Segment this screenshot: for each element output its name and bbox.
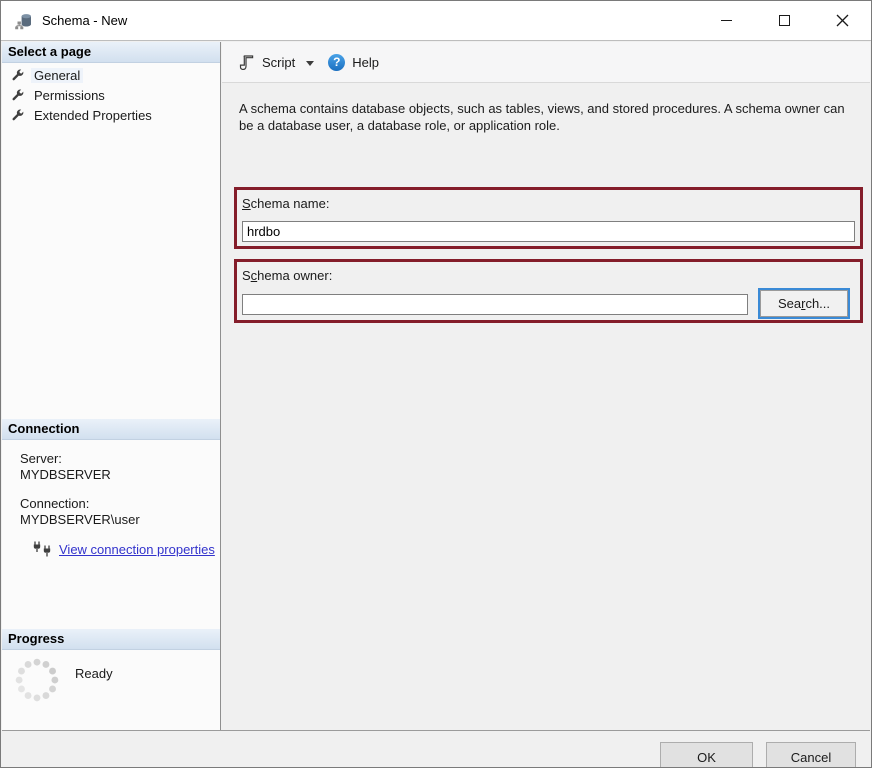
schema-name-label: Schema name: xyxy=(242,196,329,211)
progress-status: Ready xyxy=(75,666,113,681)
help-button[interactable]: ? Help xyxy=(323,50,384,75)
close-button[interactable] xyxy=(813,1,871,40)
sidebar-item-permissions[interactable]: Permissions xyxy=(2,85,220,105)
view-connection-properties-link[interactable]: View connection properties xyxy=(59,542,215,558)
schema-owner-input[interactable] xyxy=(242,294,748,315)
minimize-button[interactable] xyxy=(697,1,755,40)
sidebar-item-extended-properties[interactable]: Extended Properties xyxy=(2,105,220,125)
progress-section: Progress Ready xyxy=(2,629,220,702)
progress-header: Progress xyxy=(2,629,220,650)
schema-name-highlight-box: Schema name: xyxy=(234,187,863,249)
schema-name-input[interactable] xyxy=(242,221,855,242)
script-label: Script xyxy=(262,55,295,70)
wrench-icon xyxy=(11,89,24,102)
help-icon: ? xyxy=(328,54,345,71)
toolbar: Script ? Help xyxy=(222,42,870,83)
dialog-footer: OK Cancel xyxy=(2,730,870,767)
wrench-icon xyxy=(11,69,24,82)
connection-value: MYDBSERVER\user xyxy=(20,512,220,528)
script-button[interactable]: Script xyxy=(234,50,323,74)
connection-properties-icon xyxy=(32,541,51,558)
maximize-icon xyxy=(779,15,790,26)
sidebar-item-label: General xyxy=(31,68,83,83)
server-label: Server: xyxy=(20,451,220,467)
window-title: Schema - New xyxy=(42,13,127,28)
sidebar: Select a page General Permissions Extend… xyxy=(2,42,221,732)
schema-new-dialog: Schema - New Select a page General xyxy=(0,0,872,768)
sidebar-item-label: Extended Properties xyxy=(31,108,155,123)
schema-owner-highlight-box: Schema owner: Search... xyxy=(234,259,863,323)
schema-icon xyxy=(13,11,33,31)
close-icon xyxy=(836,14,849,27)
help-label: Help xyxy=(352,55,379,70)
script-icon xyxy=(239,54,255,70)
select-a-page-header: Select a page xyxy=(2,42,220,63)
title-bar: Schema - New xyxy=(1,1,871,41)
ok-button[interactable]: OK xyxy=(660,742,753,767)
wrench-icon xyxy=(11,109,24,122)
window-controls xyxy=(697,1,871,40)
chevron-down-icon xyxy=(306,61,314,66)
sidebar-item-general[interactable]: General xyxy=(2,65,220,85)
search-button[interactable]: Search... xyxy=(760,290,848,317)
maximize-button[interactable] xyxy=(755,1,813,40)
progress-spinner-icon xyxy=(15,658,59,702)
page-list: General Permissions Extended Properties xyxy=(2,63,220,125)
connection-section: Connection Server: MYDBSERVER Connection… xyxy=(2,419,220,558)
cancel-button[interactable]: Cancel xyxy=(766,742,856,767)
connection-label: Connection: xyxy=(20,496,220,512)
server-value: MYDBSERVER xyxy=(20,467,220,483)
sidebar-item-label: Permissions xyxy=(31,88,108,103)
main-panel: Script ? Help A schema contains database… xyxy=(222,42,870,732)
schema-owner-label: Schema owner: xyxy=(242,268,332,283)
general-page-content: A schema contains database objects, such… xyxy=(222,84,870,732)
schema-description-text: A schema contains database objects, such… xyxy=(239,100,851,134)
minimize-icon xyxy=(721,20,732,21)
connection-header: Connection xyxy=(2,419,220,440)
